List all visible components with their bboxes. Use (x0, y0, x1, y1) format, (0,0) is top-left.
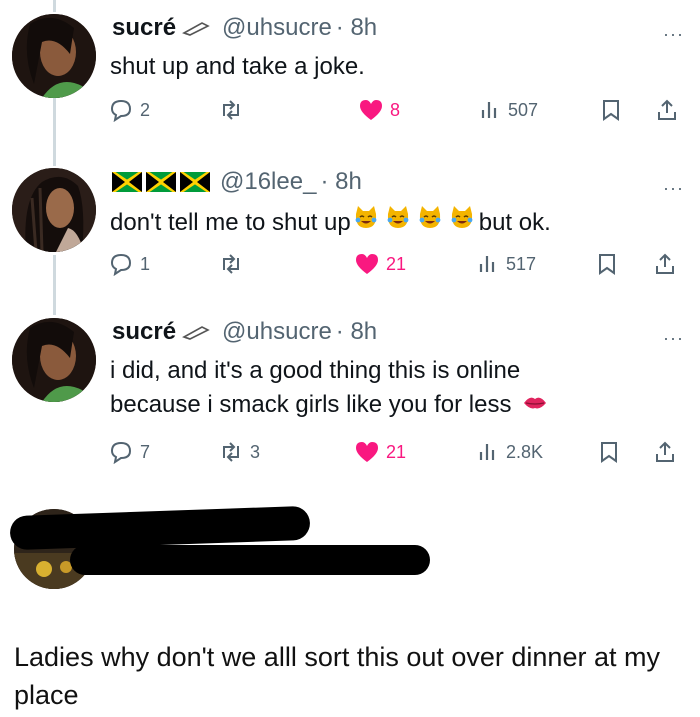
retweet-count: 3 (250, 441, 261, 462)
avatar[interactable] (12, 14, 96, 98)
views-icon (481, 102, 497, 118)
tweet-text-line: because i smack girls like you for less (110, 391, 512, 418)
bookmark-icon (603, 100, 619, 121)
tweet[interactable]: sucré @uhsucre · 8h ··· shut up and take… (0, 14, 700, 139)
retweet-icon (223, 442, 239, 462)
reply-count: 2 (140, 99, 151, 120)
views-count: 517 (506, 253, 537, 274)
display-name[interactable]: sucré (112, 318, 176, 346)
bookmark-button[interactable] (598, 440, 620, 464)
avatar[interactable] (12, 318, 96, 402)
like-button[interactable]: 21 (354, 252, 406, 276)
tweet-text-part: but ok. (478, 209, 551, 236)
tweet[interactable]: sucré @uhsucre · 8h ··· i did, and it's … (0, 318, 700, 478)
bookmark-button[interactable] (600, 98, 622, 122)
share-button[interactable] (654, 252, 676, 276)
jamaica-flag-icon (146, 172, 176, 192)
reply-button[interactable]: 2 (108, 98, 150, 122)
reply-icon (110, 441, 132, 464)
tweet-text-line: i did, and it's a good thing this is onl… (110, 357, 521, 384)
redaction-mark (70, 545, 430, 575)
tweet-text: don't tell me to shut up but ok. (110, 204, 551, 240)
laughing-cat-icon (387, 206, 409, 228)
views-button[interactable]: 517 (478, 252, 536, 276)
laughing-cat-icon (419, 206, 441, 228)
reply-count: 7 (140, 441, 151, 462)
tweet-text: i did, and it's a good thing this is onl… (110, 354, 552, 422)
share-icon (656, 253, 674, 274)
views-button[interactable]: 507 (480, 98, 538, 122)
like-count: 21 (386, 441, 407, 462)
share-button[interactable] (654, 440, 676, 464)
kiss-mark-icon (524, 397, 547, 409)
views-button[interactable]: 2.8K (478, 440, 543, 464)
jamaica-flag-icon (180, 172, 210, 192)
pencil-icon (182, 324, 210, 340)
caption-text: Ladies why don't we alll sort this out o… (14, 642, 660, 710)
pencil-icon (182, 20, 210, 36)
like-count: 21 (386, 253, 407, 274)
handle[interactable]: @uhsucre (222, 14, 332, 42)
reply-button[interactable]: 7 (108, 440, 150, 464)
share-button[interactable] (656, 98, 678, 122)
retweet-button[interactable] (218, 98, 250, 122)
thread-line (53, 0, 56, 12)
bookmark-icon (599, 254, 615, 275)
jamaica-flag-icon (112, 172, 142, 192)
heart-icon (360, 100, 382, 120)
retweet-button[interactable] (218, 252, 250, 276)
bookmark-icon (601, 442, 617, 463)
laughing-cat-icon (355, 206, 377, 228)
retweet-icon (223, 254, 239, 274)
like-count: 8 (390, 99, 401, 120)
heart-icon (356, 254, 378, 274)
more-icon[interactable]: ··· (663, 178, 684, 199)
heart-icon (356, 442, 378, 462)
handle[interactable]: @uhsucre (222, 318, 332, 346)
views-icon (479, 444, 495, 460)
reply-button[interactable]: 1 (108, 252, 150, 276)
tweet-text: shut up and take a joke. (110, 53, 365, 80)
retweet-button[interactable]: 3 (218, 440, 260, 464)
reply-icon (110, 253, 132, 276)
views-icon (479, 256, 495, 272)
like-button[interactable]: 8 (358, 98, 400, 122)
avatar[interactable] (12, 168, 96, 252)
views-count: 2.8K (506, 441, 544, 462)
handle[interactable]: @16lee_ (220, 168, 316, 196)
tweet[interactable]: @16lee_ · 8h ··· don't tell me to shut u… (0, 168, 700, 288)
laughing-cat-emojis (353, 204, 475, 230)
reply-count: 1 (140, 253, 151, 274)
more-icon[interactable]: ··· (663, 328, 684, 349)
timestamp[interactable]: · 8h (336, 318, 377, 346)
redacted-reply (0, 505, 700, 615)
like-button[interactable]: 21 (354, 440, 406, 464)
bookmark-button[interactable] (596, 252, 618, 276)
display-name[interactable]: sucré (112, 14, 176, 42)
timestamp[interactable]: · 8h (336, 14, 377, 42)
views-count: 507 (508, 99, 539, 120)
tweet-text-part: don't tell me to shut up (110, 209, 351, 236)
more-icon[interactable]: ··· (663, 24, 684, 45)
timestamp[interactable]: · 8h (320, 168, 361, 196)
laughing-cat-icon (451, 206, 473, 228)
flag-icons (112, 172, 210, 192)
reply-icon (110, 99, 132, 122)
share-icon (656, 441, 674, 462)
share-icon (658, 99, 676, 120)
retweet-icon (223, 100, 239, 120)
